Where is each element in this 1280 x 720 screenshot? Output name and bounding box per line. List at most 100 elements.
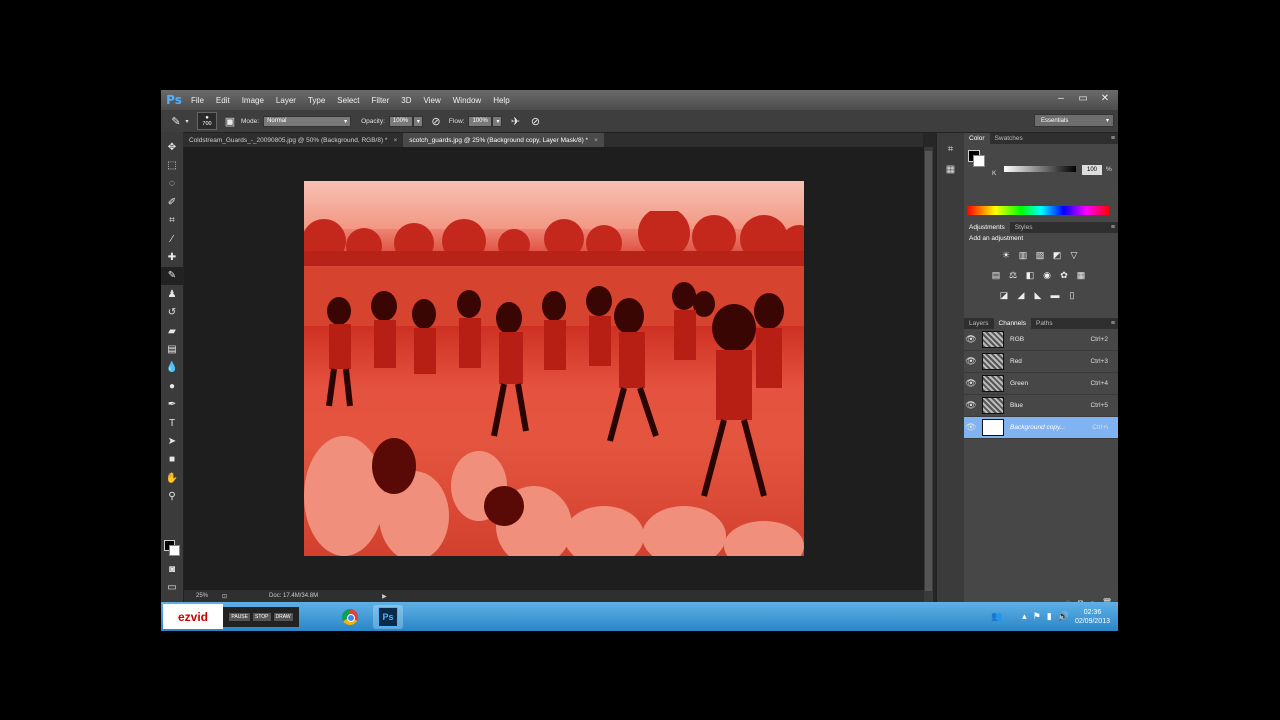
eye-icon[interactable]: 👁 <box>964 400 978 411</box>
tab-channels[interactable]: Channels <box>993 318 1031 329</box>
close-icon[interactable]: × <box>393 137 397 144</box>
menu-file[interactable]: File <box>191 96 204 105</box>
eyedropper-tool-icon[interactable]: ⁄ <box>161 230 183 248</box>
invert-icon[interactable]: ◪ <box>998 289 1010 301</box>
gradient-tool-icon[interactable]: ▤ <box>161 340 183 358</box>
ezvid-pause-button[interactable]: PAUSE <box>229 612 250 621</box>
menu-select[interactable]: Select <box>337 96 359 105</box>
status-icon[interactable]: ⊡ <box>222 593 227 600</box>
channel-row-blue[interactable]: 👁 Blue Ctrl+5 <box>964 395 1118 417</box>
threshold-icon[interactable]: ◣ <box>1032 289 1044 301</box>
channel-row-green[interactable]: 👁 Green Ctrl+4 <box>964 373 1118 395</box>
brush-preset-picker[interactable]: ● 700 <box>197 112 217 130</box>
opacity-field[interactable]: 100% <box>388 115 413 127</box>
zoom-tool-icon[interactable]: ⚲ <box>161 487 183 505</box>
move-tool-icon[interactable]: ✥ <box>161 138 183 156</box>
panel-menu-icon[interactable]: ≡ <box>1111 320 1118 327</box>
flag-icon[interactable]: ⚑ <box>1033 611 1041 622</box>
minimize-button[interactable]: – <box>1054 93 1068 104</box>
properties-panel-icon[interactable]: ▦ <box>937 159 964 179</box>
network-icon[interactable]: ▮ <box>1047 611 1052 622</box>
pressure-opacity-icon[interactable]: ⊘ <box>429 114 443 128</box>
ezvid-stop-button[interactable]: STOP <box>252 612 271 621</box>
color-ramp[interactable] <box>967 206 1109 215</box>
tab-styles[interactable]: Styles <box>1010 222 1038 233</box>
history-brush-tool-icon[interactable]: ↺ <box>161 304 183 322</box>
scrollbar-thumb[interactable] <box>925 151 932 591</box>
zoom-level[interactable]: 25% <box>196 593 208 599</box>
eye-icon[interactable]: 👁 <box>964 422 978 433</box>
channel-row-layer-mask[interactable]: 👁 Background copy... Ctrl+\ <box>964 417 1118 439</box>
menu-3d[interactable]: 3D <box>401 96 411 105</box>
menu-image[interactable]: Image <box>242 96 264 105</box>
doc-tab-coldstream[interactable]: Coldstream_Guards_-_20090805.jpg @ 50% (… <box>183 133 403 147</box>
type-tool-icon[interactable]: T <box>161 414 183 432</box>
background-color-swatch[interactable] <box>169 545 180 556</box>
volume-icon[interactable]: 🔊 <box>1058 611 1069 622</box>
pen-tool-icon[interactable]: ✒ <box>161 395 183 413</box>
eye-icon[interactable]: 👁 <box>964 378 978 389</box>
brightness-icon[interactable]: ☀ <box>1000 249 1012 261</box>
clock[interactable]: 02:36 02/09/2013 <box>1075 608 1110 626</box>
posterize-icon[interactable]: ◢ <box>1015 289 1027 301</box>
k-slider[interactable] <box>1004 166 1076 172</box>
crop-tool-icon[interactable]: ⌗ <box>161 212 183 230</box>
hue-saturation-icon[interactable]: ▤ <box>990 269 1002 281</box>
chevron-down-icon[interactable]: ▾ <box>183 114 191 128</box>
channel-row-rgb[interactable]: 👁 RGB Ctrl+2 <box>964 329 1118 351</box>
doc-tab-scotch-guards[interactable]: scotch_guards.jpg @ 25% (Background copy… <box>403 133 604 147</box>
taskbar-photoshop[interactable]: Ps <box>373 604 403 629</box>
menu-window[interactable]: Window <box>453 96 481 105</box>
history-panel-icon[interactable]: ⌗ <box>937 139 964 159</box>
channel-row-red[interactable]: 👁 Red Ctrl+3 <box>964 351 1118 373</box>
menu-filter[interactable]: Filter <box>372 96 390 105</box>
healing-brush-tool-icon[interactable]: ✚ <box>161 248 183 266</box>
channel-mixer-icon[interactable]: ✿ <box>1058 269 1070 281</box>
gradient-map-icon[interactable]: ▬ <box>1049 289 1061 301</box>
path-select-tool-icon[interactable]: ➤ <box>161 432 183 450</box>
selective-color-icon[interactable]: ▯ <box>1066 289 1078 301</box>
workspace-switcher[interactable]: Essentials ▾ <box>1034 114 1114 127</box>
color-balance-icon[interactable]: ⚖ <box>1007 269 1019 281</box>
brush-tool-icon[interactable]: ✎ <box>161 266 183 286</box>
panel-menu-icon[interactable]: ≡ <box>1111 224 1118 231</box>
brush-panel-toggle-icon[interactable]: ▣ <box>223 114 237 128</box>
eraser-tool-icon[interactable]: ▰ <box>161 322 183 340</box>
tab-color[interactable]: Color <box>964 133 990 144</box>
color-lookup-icon[interactable]: ▦ <box>1075 269 1087 281</box>
hand-tool-icon[interactable]: ✋ <box>161 469 183 487</box>
pressure-size-icon[interactable]: ⊘ <box>528 114 542 128</box>
tab-layers[interactable]: Layers <box>964 318 994 329</box>
quick-mask-icon[interactable]: ◙ <box>161 560 183 578</box>
status-menu-arrow-icon[interactable]: ▶ <box>382 593 387 600</box>
menu-type[interactable]: Type <box>308 96 325 105</box>
quick-select-tool-icon[interactable]: ✐ <box>161 193 183 211</box>
clone-stamp-tool-icon[interactable]: ♟ <box>161 285 183 303</box>
levels-icon[interactable]: ▥ <box>1017 249 1029 261</box>
panel-menu-icon[interactable]: ≡ <box>1111 135 1118 142</box>
mode-select[interactable]: Normal ▾ <box>263 115 352 127</box>
color-background-swatch[interactable] <box>973 155 985 167</box>
k-value-field[interactable]: 100 <box>1082 165 1102 175</box>
black-white-icon[interactable]: ◧ <box>1024 269 1036 281</box>
close-button[interactable]: ✕ <box>1098 93 1112 104</box>
screen-mode-icon[interactable]: ▭ <box>161 578 183 596</box>
vibrance-icon[interactable]: ▽ <box>1068 249 1080 261</box>
curves-icon[interactable]: ▧ <box>1034 249 1046 261</box>
menu-edit[interactable]: Edit <box>216 96 230 105</box>
eye-icon[interactable]: 👁 <box>964 356 978 367</box>
maximize-button[interactable]: ▭ <box>1076 93 1090 104</box>
menu-help[interactable]: Help <box>493 96 509 105</box>
marquee-tool-icon[interactable]: ⬚ <box>161 156 183 174</box>
flow-field[interactable]: 100% <box>468 115 493 127</box>
show-hidden-icons-icon[interactable]: ▴ <box>1022 611 1027 622</box>
exposure-icon[interactable]: ◩ <box>1051 249 1063 261</box>
brush-tool-icon[interactable]: ✎ <box>169 114 183 128</box>
tab-swatches[interactable]: Swatches <box>990 133 1028 144</box>
airbrush-icon[interactable]: ✈ <box>508 114 522 128</box>
document-image[interactable] <box>304 181 804 556</box>
tab-adjustments[interactable]: Adjustments <box>964 222 1010 233</box>
eye-icon[interactable]: 👁 <box>964 334 978 345</box>
opacity-slider-toggle[interactable]: ▾ <box>412 115 423 127</box>
dodge-tool-icon[interactable]: ● <box>161 377 183 395</box>
